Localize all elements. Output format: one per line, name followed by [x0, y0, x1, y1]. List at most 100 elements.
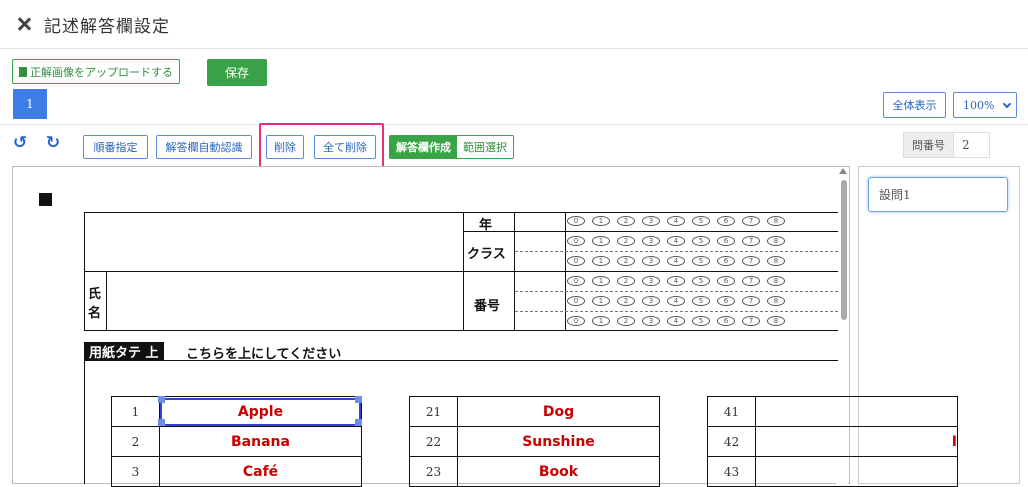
- answer-bubble: 2: [617, 256, 635, 266]
- page-tab-1[interactable]: 1: [13, 89, 47, 119]
- bubble-row-number-3: 012345678: [567, 316, 785, 326]
- header-line: [514, 212, 515, 330]
- answer-number: 42: [707, 426, 756, 457]
- answer-table-col-3: 41 42 I 43: [707, 396, 958, 487]
- save-button[interactable]: 保存: [207, 59, 267, 86]
- answer-row: 21 Dog: [409, 396, 660, 427]
- answer-word-cell[interactable]: [755, 456, 958, 487]
- answer-bubble: 6: [717, 216, 735, 226]
- answer-bubble: 0: [567, 256, 585, 266]
- answer-word-cell[interactable]: Sunshine: [457, 426, 660, 457]
- answer-bubble: 0: [567, 276, 585, 286]
- answer-word-cell[interactable]: Café: [159, 456, 362, 487]
- answer-word-cell[interactable]: Dog: [457, 396, 660, 427]
- resize-handle[interactable]: [158, 396, 165, 403]
- answer-bubble: 8: [767, 296, 785, 306]
- answer-bubble: 3: [642, 216, 660, 226]
- answer-bubble: 5: [692, 316, 710, 326]
- upload-label: 正解画像をアップロードする: [30, 65, 173, 79]
- band-line: [84, 360, 838, 361]
- answer-bubble: 7: [742, 316, 760, 326]
- bubble-row-number-1: 012345678: [567, 276, 785, 286]
- orientation-band: 用紙タテ 上: [84, 342, 164, 361]
- answer-bubble: 6: [717, 276, 735, 286]
- answer-bubble: 0: [567, 216, 585, 226]
- answer-bubble: 5: [692, 296, 710, 306]
- answer-bubble: 4: [667, 296, 685, 306]
- answer-bubble: 5: [692, 276, 710, 286]
- answer-bubble: 2: [617, 316, 635, 326]
- scroll-thumb[interactable]: [841, 180, 847, 320]
- answer-bubble: 1: [592, 316, 610, 326]
- answer-row: 22 Sunshine: [409, 426, 660, 457]
- zoom-select[interactable]: 100%: [953, 92, 1017, 118]
- answer-number: 23: [409, 456, 458, 487]
- file-upload-icon: [19, 66, 27, 77]
- scroll-up-icon[interactable]: [839, 168, 847, 174]
- header-line: [84, 212, 85, 330]
- header-line: [463, 231, 838, 232]
- answer-table-col-2: 21 Dog 22 Sunshine 23 Book: [409, 396, 660, 487]
- answer-bubble: 4: [667, 276, 685, 286]
- chevron-down-icon: [1002, 99, 1012, 109]
- selected-answer-field[interactable]: [160, 398, 361, 426]
- close-icon[interactable]: [14, 14, 34, 34]
- answer-number: 41: [707, 396, 756, 427]
- header-line: [84, 271, 838, 272]
- question-number-label: 問番号: [904, 133, 954, 157]
- toolbar-divider: [0, 124, 1028, 125]
- answer-bubble: 1: [592, 276, 610, 286]
- answer-row: 42 I: [707, 426, 958, 457]
- answer-word-cell[interactable]: [755, 396, 958, 427]
- answer-number: 43: [707, 456, 756, 487]
- answer-bubble: 1: [592, 296, 610, 306]
- answer-row: 23 Book: [409, 456, 660, 487]
- create-answer-field-tab[interactable]: 解答欄作成: [390, 136, 457, 158]
- answer-bubble: 4: [667, 216, 685, 226]
- dashed-line: [515, 291, 838, 292]
- answer-bubble: 3: [642, 296, 660, 306]
- view-all-button[interactable]: 全体表示: [883, 92, 946, 118]
- resize-handle[interactable]: [355, 396, 362, 403]
- order-button[interactable]: 順番指定: [83, 135, 148, 159]
- answer-bubble: 3: [642, 256, 660, 266]
- answer-row: 2 Banana: [111, 426, 362, 457]
- dashed-line: [515, 251, 838, 252]
- answer-word-cell[interactable]: I: [755, 426, 958, 457]
- answer-bubble: 4: [667, 256, 685, 266]
- undo-icon[interactable]: ↺: [12, 133, 28, 153]
- answer-bubble: 7: [742, 216, 760, 226]
- mode-toggle[interactable]: 解答欄作成 範囲選択: [389, 135, 514, 159]
- answer-bubble: 5: [692, 216, 710, 226]
- answer-bubble: 1: [592, 216, 610, 226]
- auto-detect-button[interactable]: 解答欄自動認識: [156, 135, 252, 159]
- answer-bubble: 0: [567, 236, 585, 246]
- resize-handle[interactable]: [355, 419, 362, 426]
- upload-answer-image-button[interactable]: 正解画像をアップロードする: [12, 59, 180, 84]
- answer-row: 3 Café: [111, 456, 362, 487]
- answer-bubble: 2: [617, 236, 635, 246]
- answer-row: 41: [707, 396, 958, 427]
- answer-bubble: 0: [567, 316, 585, 326]
- title-bar: 記述解答欄設定: [0, 0, 1028, 49]
- answer-bubble: 6: [717, 256, 735, 266]
- dashed-line: [515, 311, 838, 312]
- question-number-field[interactable]: 問番号 2: [903, 132, 990, 158]
- answer-bubble: 8: [767, 236, 785, 246]
- answer-word-cell[interactable]: Book: [457, 456, 660, 487]
- redo-icon[interactable]: ↻: [45, 133, 61, 153]
- question-number-value[interactable]: 2: [954, 133, 970, 157]
- answer-bubble: 3: [642, 316, 660, 326]
- range-select-tab[interactable]: 範囲選択: [457, 136, 513, 158]
- band-line: [84, 360, 85, 484]
- answer-bubble: 0: [567, 296, 585, 306]
- answer-bubble: 7: [742, 256, 760, 266]
- answer-bubble: 6: [717, 316, 735, 326]
- answer-bubble: 5: [692, 236, 710, 246]
- answer-number: 3: [111, 456, 160, 487]
- answer-word-cell[interactable]: Banana: [159, 426, 362, 457]
- header-line: [84, 330, 838, 331]
- resize-handle[interactable]: [158, 419, 165, 426]
- question-label-input[interactable]: 設問1: [868, 177, 1008, 212]
- answer-bubble: 4: [667, 236, 685, 246]
